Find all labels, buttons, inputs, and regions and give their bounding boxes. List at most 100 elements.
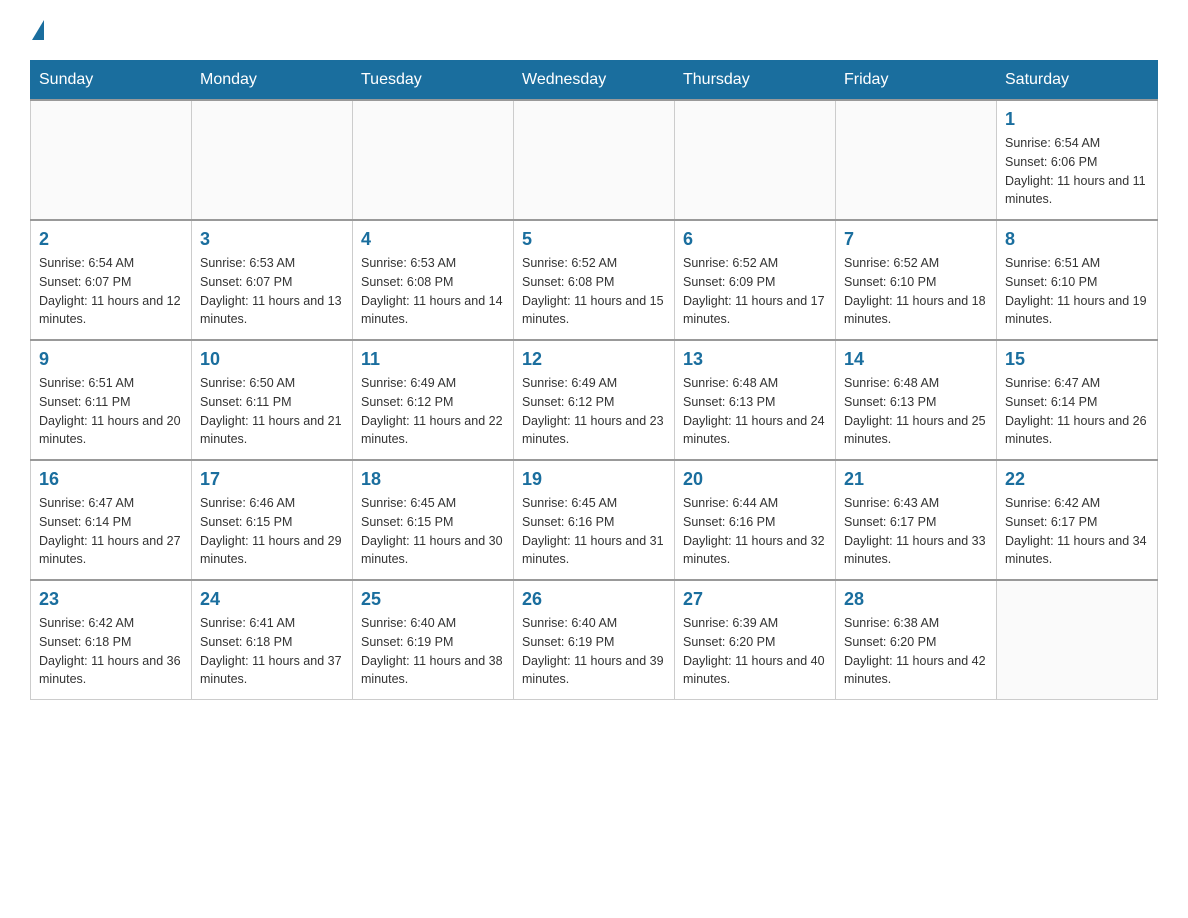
- calendar-cell: 11 Sunrise: 6:49 AM Sunset: 6:12 PM Dayli…: [353, 340, 514, 460]
- calendar-week-row: 23 Sunrise: 6:42 AM Sunset: 6:18 PM Dayli…: [31, 580, 1158, 700]
- day-of-week-header: Wednesday: [514, 61, 675, 101]
- day-info: Sunrise: 6:52 AM Sunset: 6:08 PM Dayligh…: [522, 254, 666, 329]
- day-info: Sunrise: 6:53 AM Sunset: 6:08 PM Dayligh…: [361, 254, 505, 329]
- calendar-cell: 21Sunrise: 6:43 AM Sunset: 6:17 PM Dayli…: [836, 460, 997, 580]
- calendar-cell: 28 Sunrise: 6:38 AM Sunset: 6:20 PM Dayli…: [836, 580, 997, 700]
- calendar-cell: 14 Sunrise: 6:48 AM Sunset: 6:13 PM Dayli…: [836, 340, 997, 460]
- day-info: Sunrise: 6:54 AM Sunset: 6:07 PM Dayligh…: [39, 254, 183, 329]
- calendar-table: SundayMondayTuesdayWednesdayThursdayFrid…: [30, 60, 1158, 700]
- calendar-cell: 6 Sunrise: 6:52 AM Sunset: 6:09 PM Daylig…: [675, 220, 836, 340]
- calendar-cell: 27 Sunrise: 6:39 AM Sunset: 6:20 PM Dayli…: [675, 580, 836, 700]
- day-info: Sunrise: 6:49 AM Sunset: 6:12 PM Dayligh…: [522, 374, 666, 449]
- day-number: 6: [683, 229, 827, 250]
- day-number: 5: [522, 229, 666, 250]
- day-number: 12: [522, 349, 666, 370]
- day-info: Sunrise: 6:46 AM Sunset: 6:15 PM Dayligh…: [200, 494, 344, 569]
- calendar-cell: 13Sunrise: 6:48 AM Sunset: 6:13 PM Dayli…: [675, 340, 836, 460]
- logo-triangle-icon: [32, 20, 44, 40]
- calendar-cell: 24 Sunrise: 6:41 AM Sunset: 6:18 PM Dayli…: [192, 580, 353, 700]
- day-number: 17: [200, 469, 344, 490]
- calendar-cell: 10 Sunrise: 6:50 AM Sunset: 6:11 PM Dayli…: [192, 340, 353, 460]
- day-info: Sunrise: 6:41 AM Sunset: 6:18 PM Dayligh…: [200, 614, 344, 689]
- day-info: Sunrise: 6:48 AM Sunset: 6:13 PM Dayligh…: [683, 374, 827, 449]
- day-number: 7: [844, 229, 988, 250]
- day-number: 25: [361, 589, 505, 610]
- day-info: Sunrise: 6:49 AM Sunset: 6:12 PM Dayligh…: [361, 374, 505, 449]
- day-number: 14: [844, 349, 988, 370]
- day-number: 16: [39, 469, 183, 490]
- day-number: 1: [1005, 109, 1149, 130]
- calendar-cell: [31, 100, 192, 220]
- logo: [30, 20, 44, 40]
- calendar-cell: 19 Sunrise: 6:45 AM Sunset: 6:16 PM Dayli…: [514, 460, 675, 580]
- day-info: Sunrise: 6:40 AM Sunset: 6:19 PM Dayligh…: [361, 614, 505, 689]
- day-info: Sunrise: 6:50 AM Sunset: 6:11 PM Dayligh…: [200, 374, 344, 449]
- day-of-week-header: Sunday: [31, 61, 192, 101]
- day-info: Sunrise: 6:52 AM Sunset: 6:10 PM Dayligh…: [844, 254, 988, 329]
- calendar-cell: 4 Sunrise: 6:53 AM Sunset: 6:08 PM Daylig…: [353, 220, 514, 340]
- logo-block: [30, 20, 44, 40]
- calendar-cell: [514, 100, 675, 220]
- day-info: Sunrise: 6:39 AM Sunset: 6:20 PM Dayligh…: [683, 614, 827, 689]
- day-number: 3: [200, 229, 344, 250]
- calendar-cell: 1 Sunrise: 6:54 AM Sunset: 6:06 PM Daylig…: [997, 100, 1158, 220]
- calendar-week-row: 1 Sunrise: 6:54 AM Sunset: 6:06 PM Daylig…: [31, 100, 1158, 220]
- day-of-week-header: Friday: [836, 61, 997, 101]
- day-number: 27: [683, 589, 827, 610]
- calendar-cell: [836, 100, 997, 220]
- day-info: Sunrise: 6:42 AM Sunset: 6:17 PM Dayligh…: [1005, 494, 1149, 569]
- day-info: Sunrise: 6:44 AM Sunset: 6:16 PM Dayligh…: [683, 494, 827, 569]
- calendar-cell: 3 Sunrise: 6:53 AM Sunset: 6:07 PM Daylig…: [192, 220, 353, 340]
- day-number: 11: [361, 349, 505, 370]
- calendar-cell: 18 Sunrise: 6:45 AM Sunset: 6:15 PM Dayli…: [353, 460, 514, 580]
- calendar-cell: 8Sunrise: 6:51 AM Sunset: 6:10 PM Daylig…: [997, 220, 1158, 340]
- calendar-week-row: 16 Sunrise: 6:47 AM Sunset: 6:14 PM Dayli…: [31, 460, 1158, 580]
- day-number: 24: [200, 589, 344, 610]
- day-info: Sunrise: 6:48 AM Sunset: 6:13 PM Dayligh…: [844, 374, 988, 449]
- day-info: Sunrise: 6:40 AM Sunset: 6:19 PM Dayligh…: [522, 614, 666, 689]
- calendar-week-row: 2 Sunrise: 6:54 AM Sunset: 6:07 PM Daylig…: [31, 220, 1158, 340]
- day-number: 20: [683, 469, 827, 490]
- calendar-cell: 25 Sunrise: 6:40 AM Sunset: 6:19 PM Dayli…: [353, 580, 514, 700]
- calendar-week-row: 9 Sunrise: 6:51 AM Sunset: 6:11 PM Daylig…: [31, 340, 1158, 460]
- day-info: Sunrise: 6:53 AM Sunset: 6:07 PM Dayligh…: [200, 254, 344, 329]
- calendar-cell: 9 Sunrise: 6:51 AM Sunset: 6:11 PM Daylig…: [31, 340, 192, 460]
- calendar-cell: 12 Sunrise: 6:49 AM Sunset: 6:12 PM Dayli…: [514, 340, 675, 460]
- day-number: 2: [39, 229, 183, 250]
- day-of-week-header: Saturday: [997, 61, 1158, 101]
- day-number: 23: [39, 589, 183, 610]
- day-number: 10: [200, 349, 344, 370]
- day-info: Sunrise: 6:47 AM Sunset: 6:14 PM Dayligh…: [39, 494, 183, 569]
- day-number: 15: [1005, 349, 1149, 370]
- calendar-cell: [192, 100, 353, 220]
- day-info: Sunrise: 6:51 AM Sunset: 6:11 PM Dayligh…: [39, 374, 183, 449]
- day-info: Sunrise: 6:45 AM Sunset: 6:15 PM Dayligh…: [361, 494, 505, 569]
- day-number: 18: [361, 469, 505, 490]
- day-number: 19: [522, 469, 666, 490]
- day-info: Sunrise: 6:38 AM Sunset: 6:20 PM Dayligh…: [844, 614, 988, 689]
- day-info: Sunrise: 6:45 AM Sunset: 6:16 PM Dayligh…: [522, 494, 666, 569]
- day-info: Sunrise: 6:42 AM Sunset: 6:18 PM Dayligh…: [39, 614, 183, 689]
- day-number: 9: [39, 349, 183, 370]
- calendar-cell: 7 Sunrise: 6:52 AM Sunset: 6:10 PM Daylig…: [836, 220, 997, 340]
- day-info: Sunrise: 6:54 AM Sunset: 6:06 PM Dayligh…: [1005, 134, 1149, 209]
- calendar-cell: 20 Sunrise: 6:44 AM Sunset: 6:16 PM Dayli…: [675, 460, 836, 580]
- calendar-cell: 22Sunrise: 6:42 AM Sunset: 6:17 PM Dayli…: [997, 460, 1158, 580]
- day-number: 4: [361, 229, 505, 250]
- page-header: [30, 20, 1158, 40]
- calendar-cell: [675, 100, 836, 220]
- day-info: Sunrise: 6:51 AM Sunset: 6:10 PM Dayligh…: [1005, 254, 1149, 329]
- day-number: 28: [844, 589, 988, 610]
- day-of-week-header: Thursday: [675, 61, 836, 101]
- day-number: 26: [522, 589, 666, 610]
- calendar-cell: [353, 100, 514, 220]
- day-info: Sunrise: 6:43 AM Sunset: 6:17 PM Dayligh…: [844, 494, 988, 569]
- calendar-cell: 17 Sunrise: 6:46 AM Sunset: 6:15 PM Dayli…: [192, 460, 353, 580]
- day-of-week-header: Monday: [192, 61, 353, 101]
- calendar-cell: 23 Sunrise: 6:42 AM Sunset: 6:18 PM Dayli…: [31, 580, 192, 700]
- day-of-week-header: Tuesday: [353, 61, 514, 101]
- calendar-cell: 15Sunrise: 6:47 AM Sunset: 6:14 PM Dayli…: [997, 340, 1158, 460]
- day-info: Sunrise: 6:52 AM Sunset: 6:09 PM Dayligh…: [683, 254, 827, 329]
- calendar-cell: 2 Sunrise: 6:54 AM Sunset: 6:07 PM Daylig…: [31, 220, 192, 340]
- calendar-cell: 26 Sunrise: 6:40 AM Sunset: 6:19 PM Dayli…: [514, 580, 675, 700]
